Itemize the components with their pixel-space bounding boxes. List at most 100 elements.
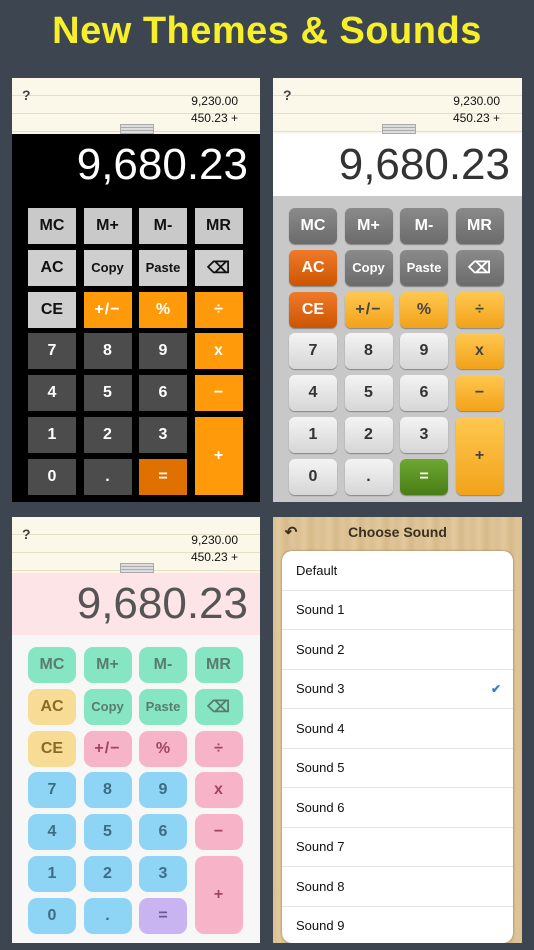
minus-button[interactable]: − [194, 814, 243, 851]
m-minus-button[interactable]: M- [139, 647, 187, 683]
decimal-point-button[interactable]: . [83, 458, 132, 495]
plus-button[interactable]: + [194, 856, 243, 934]
divide-button[interactable]: ÷ [194, 730, 243, 767]
digit-4-button[interactable]: 4 [28, 814, 76, 851]
digit-0-button[interactable]: 0 [28, 458, 76, 495]
digit-1-button[interactable]: 1 [28, 417, 76, 453]
calculator-theme-black: ? 9,230.00 450.23 + 9,680.23 MC M+ M- MR AC C… [12, 78, 260, 502]
digit-8-button[interactable]: 8 [83, 772, 132, 809]
m-plus-button[interactable]: M+ [83, 208, 132, 244]
digit-4-button[interactable]: 4 [28, 375, 76, 412]
digit-1-button[interactable]: 1 [289, 417, 337, 453]
digit-8-button[interactable]: 8 [83, 333, 132, 370]
digit-6-button[interactable]: 6 [139, 375, 187, 412]
digit-1-button[interactable]: 1 [28, 856, 76, 892]
digit-3-button[interactable]: 3 [139, 417, 187, 453]
multiply-button[interactable]: x [194, 333, 243, 370]
sound-option-default[interactable]: Default [282, 551, 513, 591]
mc-button[interactable]: MC [28, 208, 76, 244]
backspace-button[interactable]: ⌫ [194, 249, 243, 286]
digit-9-button[interactable]: 9 [400, 333, 448, 370]
plus-minus-button[interactable]: +/− [83, 291, 132, 328]
ce-button[interactable]: CE [28, 291, 76, 328]
multiply-button[interactable]: x [455, 333, 504, 370]
sound-list[interactable]: Default Sound 1 Sound 2 Sound 3 ✔ Sound 4… [282, 551, 513, 943]
divide-button[interactable]: ÷ [455, 291, 504, 328]
mr-button[interactable]: MR [194, 647, 243, 683]
ac-button[interactable]: AC [28, 688, 76, 725]
mr-button[interactable]: MR [455, 208, 504, 244]
sound-option-2[interactable]: Sound 2 [282, 630, 513, 670]
multiply-button[interactable]: x [194, 772, 243, 809]
sound-option-3[interactable]: Sound 3 ✔ [282, 670, 513, 709]
plus-minus-button[interactable]: +/− [83, 730, 132, 767]
ac-button[interactable]: AC [289, 249, 337, 286]
digit-3-button[interactable]: 3 [139, 856, 187, 892]
divide-button[interactable]: ÷ [194, 291, 243, 328]
digit-8-button[interactable]: 8 [344, 333, 393, 370]
ac-button[interactable]: AC [28, 249, 76, 286]
digit-5-button[interactable]: 5 [83, 375, 132, 412]
digit-7-button[interactable]: 7 [28, 333, 76, 370]
digit-7-button[interactable]: 7 [28, 772, 76, 809]
digit-4-button[interactable]: 4 [289, 375, 337, 412]
plus-minus-button[interactable]: +/− [344, 291, 393, 328]
decimal-point-button[interactable]: . [344, 458, 393, 495]
keypad: MC M+ M- MR AC Copy Paste ⌫ CE +/−% ÷ 7 8 9 x 4 5 6− 1 2 3 +0… [273, 200, 522, 500]
m-minus-button[interactable]: M- [400, 208, 448, 244]
digit-7-button[interactable]: 7 [289, 333, 337, 370]
mc-button[interactable]: MC [28, 647, 76, 683]
digit-2-button[interactable]: 2 [344, 417, 393, 453]
minus-button[interactable]: − [455, 375, 504, 412]
percent-button[interactable]: % [139, 730, 187, 767]
sound-option-9[interactable]: Sound 9 [282, 907, 513, 944]
digit-2-button[interactable]: 2 [83, 856, 132, 892]
digit-9-button[interactable]: 9 [139, 772, 187, 809]
copy-button[interactable]: Copy [344, 249, 393, 286]
minus-button[interactable]: − [194, 375, 243, 412]
plus-button[interactable]: + [455, 417, 504, 495]
digit-5-button[interactable]: 5 [344, 375, 393, 412]
m-minus-button[interactable]: M- [139, 208, 187, 244]
sound-option-1[interactable]: Sound 1 [282, 591, 513, 630]
digit-5-button[interactable]: 5 [83, 814, 132, 851]
sound-option-7[interactable]: Sound 7 [282, 828, 513, 867]
sound-option-4[interactable]: Sound 4 [282, 709, 513, 749]
sound-option-5[interactable]: Sound 5 [282, 749, 513, 788]
ce-button[interactable]: CE [289, 291, 337, 328]
percent-button[interactable]: % [139, 291, 187, 328]
paste-button[interactable]: Paste [139, 688, 187, 725]
percent-button[interactable]: % [400, 291, 448, 328]
digit-3-button[interactable]: 3 [400, 417, 448, 453]
digit-2-button[interactable]: 2 [83, 417, 132, 453]
digit-6-button[interactable]: 6 [139, 814, 187, 851]
decimal-point-button[interactable]: . [83, 897, 132, 934]
digit-0-button[interactable]: 0 [289, 458, 337, 495]
backspace-button[interactable]: ⌫ [455, 249, 504, 286]
ce-button[interactable]: CE [28, 730, 76, 767]
backspace-button[interactable]: ⌫ [194, 688, 243, 725]
equals-button[interactable]: = [139, 458, 187, 495]
sound-option-6[interactable]: Sound 6 [282, 788, 513, 828]
digit-9-button[interactable]: 9 [139, 333, 187, 370]
copy-button[interactable]: Copy [83, 688, 132, 725]
sound-option-label: Sound 2 [296, 641, 345, 657]
m-plus-button[interactable]: M+ [344, 208, 393, 244]
paste-button[interactable]: Paste [139, 249, 187, 286]
copy-button[interactable]: Copy [83, 249, 132, 286]
equals-button[interactable]: = [400, 458, 448, 495]
plus-button[interactable]: + [194, 417, 243, 495]
mc-button[interactable]: MC [289, 208, 337, 244]
paste-button[interactable]: Paste [400, 249, 448, 286]
equals-button[interactable]: = [139, 897, 187, 934]
digit-6-button[interactable]: 6 [400, 375, 448, 412]
help-button[interactable]: ? [22, 526, 31, 542]
digit-0-button[interactable]: 0 [28, 897, 76, 934]
tape-line-2: 450.23 + [190, 111, 238, 125]
m-plus-button[interactable]: M+ [83, 647, 132, 683]
mr-button[interactable]: MR [194, 208, 243, 244]
sound-option-label: Sound 5 [296, 760, 345, 776]
help-button[interactable]: ? [22, 87, 31, 103]
sound-option-8[interactable]: Sound 8 [282, 867, 513, 907]
help-button[interactable]: ? [283, 87, 292, 103]
